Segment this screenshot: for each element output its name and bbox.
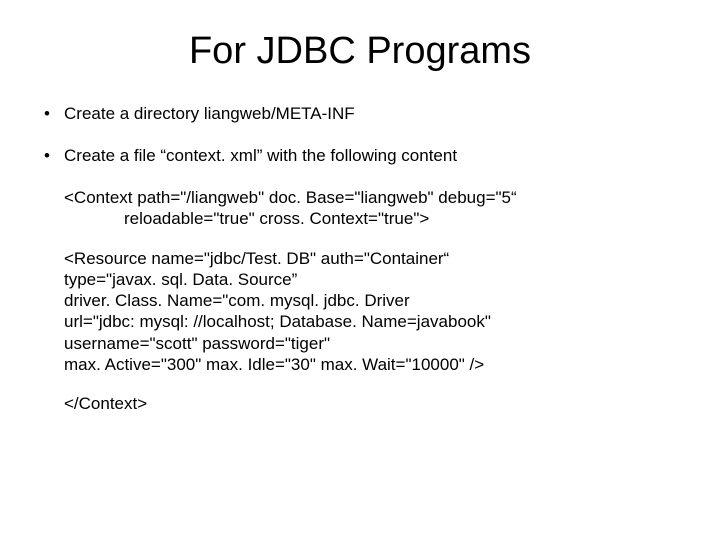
bullet-item: Create a directory liangweb/META-INF bbox=[40, 103, 680, 125]
code-line: <Context path="/liangweb" doc. Base="lia… bbox=[64, 187, 680, 208]
code-line: username="scott" password="tiger" bbox=[64, 333, 680, 354]
code-line: url="jdbc: mysql: //localhost; Database.… bbox=[64, 311, 680, 332]
code-line: type="javax. sql. Data. Source” bbox=[64, 269, 680, 290]
content-body: Create a directory liangweb/META-INF Cre… bbox=[40, 103, 680, 414]
code-line: <Resource name="jdbc/Test. DB" auth="Con… bbox=[64, 248, 680, 269]
slide: For JDBC Programs Create a directory lia… bbox=[0, 0, 720, 540]
code-line: </Context> bbox=[64, 393, 680, 414]
bullet-item: Create a file “context. xml” with the fo… bbox=[40, 145, 680, 167]
code-line: driver. Class. Name="com. mysql. jdbc. D… bbox=[64, 290, 680, 311]
code-block-context-close: </Context> bbox=[40, 393, 680, 414]
code-line: max. Active="300" max. Idle="30" max. Wa… bbox=[64, 354, 680, 375]
code-block-resource: <Resource name="jdbc/Test. DB" auth="Con… bbox=[40, 248, 680, 376]
page-title: For JDBC Programs bbox=[40, 30, 680, 73]
code-line: reloadable="true" cross. Context="true"> bbox=[64, 208, 680, 229]
code-block-context-open: <Context path="/liangweb" doc. Base="lia… bbox=[40, 187, 680, 230]
